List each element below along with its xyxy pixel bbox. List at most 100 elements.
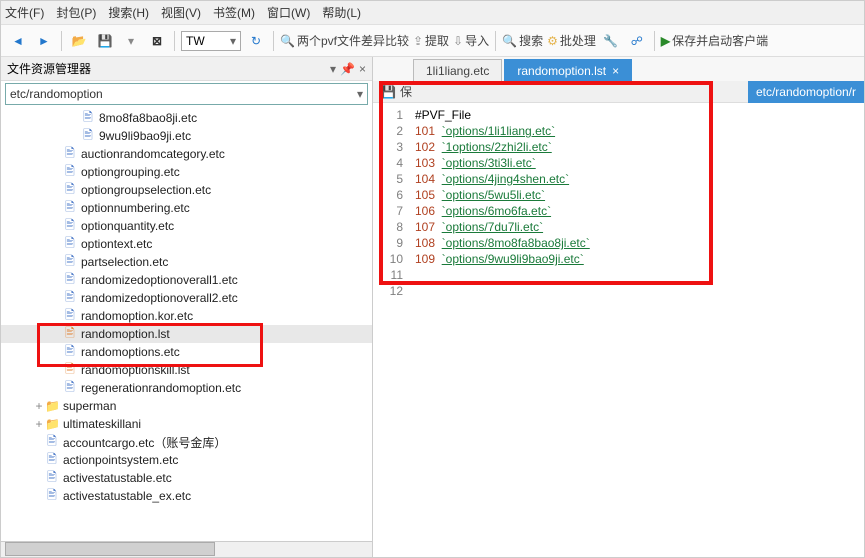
code-line: #PVF_File	[415, 107, 590, 123]
editor-panel: 1li1liang.etc randomoption.lst × 💾 保 etc…	[373, 57, 864, 557]
tree-file[interactable]: 🖹randomoption.kor.etc	[1, 307, 372, 325]
tab-active[interactable]: randomoption.lst ×	[504, 59, 632, 81]
tree-file[interactable]: 🖹randomizedoptionoverall2.etc	[1, 289, 372, 307]
extract-label: 提取	[425, 32, 449, 49]
tree-file[interactable]: 🖹optiongrouping.etc	[1, 163, 372, 181]
tree-file[interactable]: 🖹optiontext.etc	[1, 235, 372, 253]
doc-icon: 🖹	[63, 378, 77, 399]
code-content: #PVF_File101 `options/1li1liang.etc`102 …	[407, 103, 598, 303]
tree-file[interactable]: 🖹auctionrandomcategory.etc	[1, 145, 372, 163]
tree-folder[interactable]: +📁superman	[1, 397, 372, 415]
back-icon[interactable]: ◄	[7, 30, 29, 52]
menu-search[interactable]: 搜索(H)	[108, 4, 149, 21]
line-gutter: 123456789101112	[373, 103, 407, 299]
tree-label: 8mo8fa8bao8ji.etc	[99, 111, 197, 125]
menu-bookmark[interactable]: 书签(M)	[213, 4, 255, 21]
path-value: etc/randomoption	[10, 87, 103, 101]
search-button[interactable]: 🔍搜索	[502, 30, 543, 52]
tree-file[interactable]: 🖹partselection.etc	[1, 253, 372, 271]
tool-icon[interactable]: 🔧	[600, 30, 622, 52]
tree-label: randomoption.kor.etc	[81, 309, 193, 323]
panel-title: 文件资源管理器	[7, 60, 91, 77]
code-editor[interactable]: 123456789101112 #PVF_File101 `options/1l…	[373, 103, 864, 557]
tree-file[interactable]: 🖹accountcargo.etc（账号金库）	[1, 433, 372, 451]
extract-button[interactable]: ⇪提取	[413, 30, 449, 52]
separator	[61, 31, 62, 51]
tree-file[interactable]: 🖹9wu9li9bao9ji.etc	[1, 127, 372, 145]
tree-file[interactable]: 🖹activestatustable.etc	[1, 469, 372, 487]
expand-icon[interactable]: +	[33, 417, 45, 431]
tree-file[interactable]: 🖹actionpointsystem.etc	[1, 451, 372, 469]
tree-file[interactable]: 🖹regenerationrandomoption.etc	[1, 379, 372, 397]
tree-file[interactable]: 🖹randomoption.lst	[1, 325, 372, 343]
tree-label: optionnumbering.etc	[81, 201, 190, 215]
tree-file[interactable]: 🖹optionquantity.etc	[1, 217, 372, 235]
horizontal-scrollbar[interactable]	[1, 541, 372, 557]
expand-icon[interactable]: +	[33, 399, 45, 413]
tree-folder[interactable]: +📁ultimateskillani	[1, 415, 372, 433]
tree-file[interactable]: 🖹randomizedoptionoverall1.etc	[1, 271, 372, 289]
code-line: 101 `options/1li1liang.etc`	[415, 123, 590, 139]
pin-icon[interactable]: 📌	[340, 62, 355, 76]
tree-file[interactable]: 🖹randomoptionskill.lst	[1, 361, 372, 379]
save-launch-button[interactable]: ▶保存并启动客户端	[661, 30, 768, 52]
locale-select[interactable]: TW▾	[181, 31, 241, 51]
code-line: 104 `options/4jing4shen.etc`	[415, 171, 590, 187]
tree-label: randomizedoptionoverall1.etc	[81, 273, 238, 287]
tree-file[interactable]: 🖹8mo8fa8bao8ji.etc	[1, 109, 372, 127]
code-line	[415, 267, 590, 283]
tree-file[interactable]: 🖹activestatustable_ex.etc	[1, 487, 372, 505]
tab-close-icon[interactable]: ×	[612, 64, 619, 78]
line-number: 7	[373, 203, 403, 219]
tab-inactive[interactable]: 1li1liang.etc	[413, 59, 502, 81]
tree-label: randomoptions.etc	[81, 345, 180, 359]
panel-header: 文件资源管理器 ▾ 📌 ×	[1, 57, 372, 81]
menu-help[interactable]: 帮助(L)	[322, 4, 361, 21]
file-tree[interactable]: 🖹8mo8fa8bao8ji.etc🖹9wu9li9bao9ji.etc🖹auc…	[1, 107, 372, 541]
code-line: 108 `options/8mo8fa8bao8ji.etc`	[415, 235, 590, 251]
save-icon[interactable]: 💾	[94, 30, 116, 52]
separator	[495, 31, 496, 51]
tree-file[interactable]: 🖹randomoptions.etc	[1, 343, 372, 361]
line-number: 2	[373, 123, 403, 139]
locale-value: TW	[186, 34, 205, 48]
save-icon[interactable]: 💾	[381, 85, 396, 99]
menu-view[interactable]: 视图(V)	[161, 4, 201, 21]
batch-button[interactable]: ⚙批处理	[547, 30, 596, 52]
chevron-down-icon[interactable]: ▾	[120, 30, 142, 52]
path-input[interactable]: etc/randomoption ▾	[5, 83, 368, 105]
menu-file[interactable]: 文件(F)	[5, 4, 44, 21]
tree-label: randomoptionskill.lst	[81, 363, 190, 377]
search-label: 搜索	[519, 32, 543, 49]
close-icon[interactable]: ⊠	[146, 30, 168, 52]
doc-icon: 🖹	[45, 486, 59, 507]
menu-window[interactable]: 窗口(W)	[267, 4, 310, 21]
close-panel-icon[interactable]: ×	[359, 62, 366, 76]
save-label: 保	[400, 83, 412, 100]
forward-icon[interactable]: ►	[33, 30, 55, 52]
code-line: 103 `options/3ti3li.etc`	[415, 155, 590, 171]
tree-label: optiongroupselection.etc	[81, 183, 211, 197]
tree-label: ultimateskillani	[63, 417, 141, 431]
menu-pack[interactable]: 封包(P)	[56, 4, 96, 21]
chevron-down-icon[interactable]: ▾	[357, 87, 363, 101]
line-number: 4	[373, 155, 403, 171]
line-number: 1	[373, 107, 403, 123]
tree-label: auctionrandomcategory.etc	[81, 147, 225, 161]
code-line: 107 `options/7du7li.etc`	[415, 219, 590, 235]
tree-file[interactable]: 🖹optionnumbering.etc	[1, 199, 372, 217]
tree-file[interactable]: 🖹optiongroupselection.etc	[1, 181, 372, 199]
dropdown-icon[interactable]: ▾	[330, 62, 336, 76]
line-number: 5	[373, 171, 403, 187]
diff-button[interactable]: 🔍两个pvf文件差异比较	[280, 30, 409, 52]
tree-label: partselection.etc	[81, 255, 168, 269]
path-chip[interactable]: etc/randomoption/r	[748, 81, 864, 103]
link-icon[interactable]: ☍	[626, 30, 648, 52]
scrollbar-thumb[interactable]	[5, 542, 215, 556]
refresh-icon[interactable]: ↻	[245, 30, 267, 52]
file-explorer-panel: 文件资源管理器 ▾ 📌 × etc/randomoption ▾ 🖹8mo8fa…	[1, 57, 373, 557]
editor-tabs: 1li1liang.etc randomoption.lst ×	[373, 57, 864, 81]
open-folder-icon[interactable]: 📂	[68, 30, 90, 52]
tree-label: accountcargo.etc（账号金库）	[63, 434, 226, 451]
import-button[interactable]: ⇩导入	[453, 30, 489, 52]
